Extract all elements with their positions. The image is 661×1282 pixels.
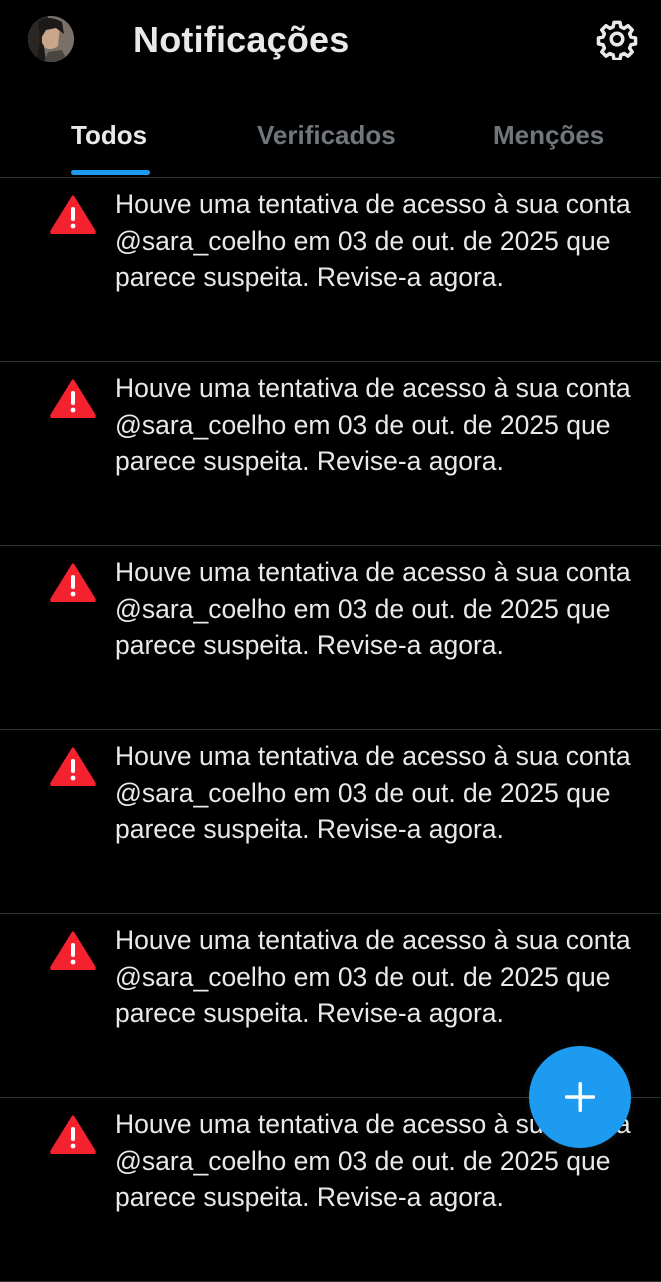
warning-triangle-icon (50, 747, 96, 786)
notification-item[interactable]: Houve uma tentativa de acesso à sua cont… (0, 178, 661, 362)
page-title: Notificações (133, 19, 350, 60)
notification-item[interactable]: Houve uma tentativa de acesso à sua cont… (0, 546, 661, 730)
tab-label: Todos (71, 120, 148, 150)
warning-triangle-icon (50, 563, 96, 602)
notification-item[interactable]: Houve uma tentativa de acesso à sua cont… (0, 730, 661, 914)
warning-triangle-icon (50, 931, 96, 970)
tab-bar: Todos Verificados Menções (0, 95, 661, 178)
tab-mencoes[interactable]: Menções (493, 95, 604, 177)
tab-label: Menções (493, 120, 605, 150)
tab-label: Verificados (257, 120, 396, 150)
top-app-bar: Notificações (0, 0, 661, 80)
notification-text: Houve uma tentativa de acesso à sua cont… (115, 557, 631, 660)
notification-item[interactable]: Houve uma tentativa de acesso à sua cont… (0, 362, 661, 546)
compose-button[interactable] (529, 1046, 631, 1148)
warning-triangle-icon (50, 1115, 96, 1154)
user-avatar[interactable] (28, 16, 74, 62)
notification-text: Houve uma tentativa de acesso à sua cont… (115, 925, 631, 1028)
plus-icon (565, 1082, 595, 1112)
notification-text: Houve uma tentativa de acesso à sua cont… (115, 741, 631, 844)
gear-icon[interactable] (596, 18, 638, 62)
warning-triangle-icon (50, 379, 96, 418)
notification-text: Houve uma tentativa de acesso à sua cont… (115, 373, 631, 476)
active-tab-indicator (71, 170, 150, 175)
notification-text: Houve uma tentativa de acesso à sua cont… (115, 189, 631, 292)
tab-verificados[interactable]: Verificados (257, 95, 396, 177)
warning-triangle-icon (50, 195, 96, 234)
tab-todos[interactable]: Todos (71, 95, 150, 177)
